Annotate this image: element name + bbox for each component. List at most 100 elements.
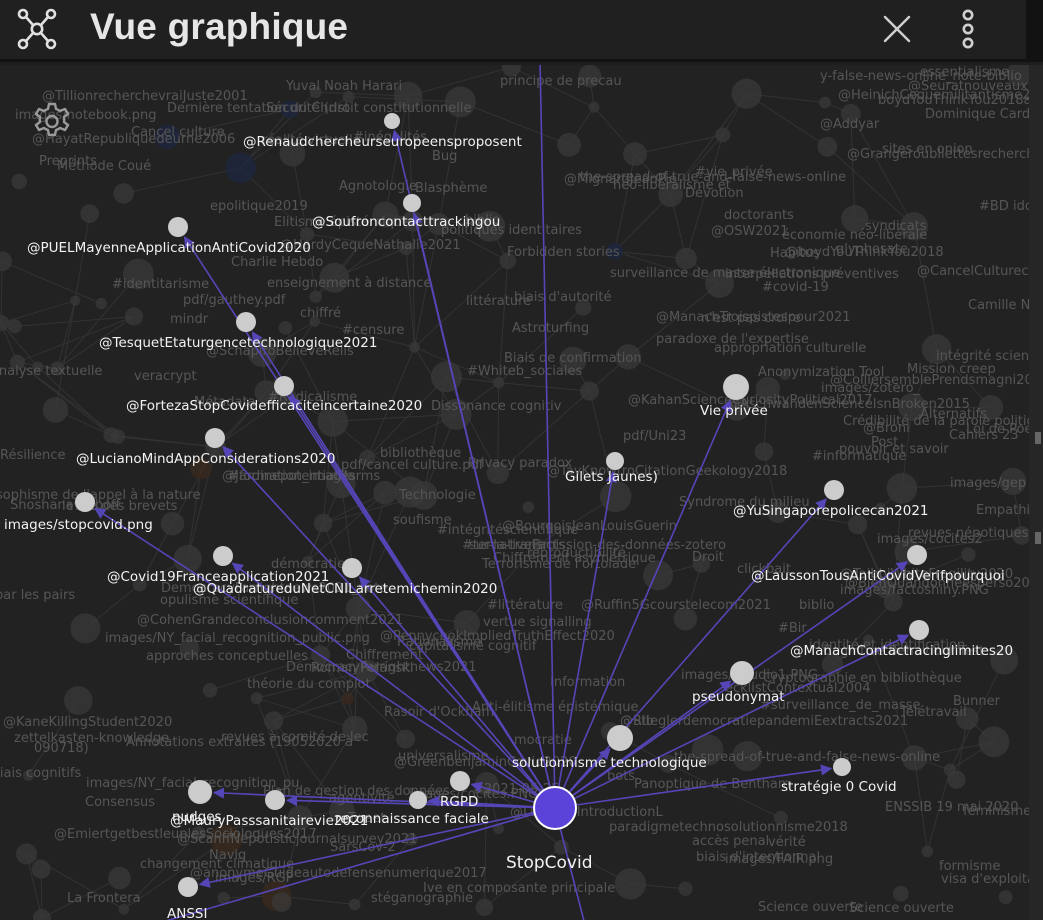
background-node[interactable] — [580, 381, 600, 401]
node-anssi[interactable] — [178, 877, 198, 897]
background-node[interactable] — [731, 78, 762, 109]
close-icon[interactable] — [880, 12, 914, 46]
background-node[interactable] — [278, 321, 293, 335]
node-soufroncontacttrackingou[interactable] — [403, 194, 421, 212]
graph-network-icon[interactable] — [14, 6, 60, 52]
background-node[interactable] — [64, 686, 93, 715]
background-label: Technologie — [398, 488, 476, 503]
node-yusingaporepolicecan2021[interactable] — [824, 480, 844, 500]
node-solutionnisme-technologique[interactable] — [607, 725, 633, 751]
background-node[interactable] — [70, 613, 101, 644]
background-label: 090718) — [34, 741, 89, 756]
gear-icon[interactable] — [30, 100, 74, 144]
background-node[interactable] — [678, 881, 693, 896]
background-node[interactable] — [15, 843, 38, 865]
background-node[interactable] — [113, 183, 134, 204]
scrollbar-marker[interactable] — [1035, 432, 1041, 444]
node-covid19franceapplication2021[interactable] — [213, 546, 233, 566]
background-node[interactable] — [921, 845, 934, 858]
more-vertical-icon[interactable] — [956, 8, 980, 50]
center-node-stopcovid[interactable] — [533, 786, 577, 830]
node-nudges[interactable] — [188, 780, 212, 804]
background-node[interactable] — [599, 480, 632, 513]
background-node[interactable] — [886, 472, 918, 504]
node-vie-priv-e[interactable] — [723, 374, 749, 400]
background-node[interactable] — [943, 763, 957, 777]
background-node[interactable] — [80, 204, 100, 224]
background-node[interactable] — [409, 341, 420, 353]
background-label: Science ouverte — [758, 900, 863, 915]
background-node[interactable] — [108, 866, 131, 890]
background-node[interactable] — [998, 890, 1013, 905]
background-node[interactable] — [225, 152, 257, 184]
graph-canvas[interactable]: y-false-news-online_note-biblio essential… — [0, 65, 1043, 920]
background-node[interactable] — [819, 96, 831, 109]
node-strat-gie-0-covid[interactable] — [833, 758, 851, 776]
node-pseudonymat[interactable] — [730, 661, 754, 685]
background-label: DemocracyFarrightnews2021 — [286, 660, 477, 675]
background-node[interactable] — [124, 307, 143, 326]
background-node[interactable] — [0, 251, 12, 272]
node-manachcontactracinglimites20[interactable] — [909, 620, 929, 640]
background-node[interactable] — [264, 711, 284, 731]
background-edge — [498, 382, 590, 392]
scrollbar-track[interactable] — [1029, 65, 1043, 920]
node-reconnaissance-faciale[interactable] — [409, 791, 427, 809]
background-node[interactable] — [250, 692, 263, 705]
background-node[interactable] — [961, 547, 976, 562]
background-node[interactable] — [396, 729, 415, 749]
node-fortezastopcovidefficaciteincertaine2020[interactable] — [274, 376, 294, 396]
node-images-stopcovid-png[interactable] — [75, 492, 95, 512]
node-laussontousanticovidverifpourquoi[interactable] — [907, 545, 927, 565]
node-lucianomindappconsiderations2020[interactable] — [205, 428, 225, 448]
background-node[interactable] — [623, 142, 647, 166]
background-node[interactable] — [42, 397, 69, 423]
background-node[interactable] — [11, 173, 27, 190]
background-node[interactable] — [892, 885, 909, 902]
background-node[interactable] — [313, 513, 333, 533]
background-node[interactable] — [614, 868, 647, 900]
background-node[interactable] — [475, 898, 494, 917]
background-node[interactable] — [7, 319, 22, 334]
background-node[interactable] — [160, 511, 185, 536]
node-maurypasssanitairevie2021[interactable] — [265, 790, 285, 810]
background-node[interactable] — [341, 692, 355, 705]
background-node[interactable] — [32, 909, 51, 920]
background-node[interactable] — [103, 427, 120, 443]
background-label: Charlie Hebdo — [231, 255, 323, 270]
background-node[interactable] — [588, 101, 600, 113]
background-node[interactable] — [309, 290, 322, 303]
node-quadraturedunetcnilarretemichemin2020[interactable] — [342, 558, 362, 578]
graph-svg[interactable]: y-false-news-online_note-biblioessential… — [0, 65, 1043, 920]
background-node[interactable] — [373, 480, 397, 505]
background-label: féminisme — [963, 804, 1031, 819]
background-node[interactable] — [202, 683, 218, 698]
background-label: @CancelCulturecensure2021 — [917, 264, 1043, 279]
page-title: Vue graphique — [90, 6, 349, 47]
background-node[interactable] — [557, 132, 582, 157]
node-label: @ManachContactracinglimites20 — [790, 643, 1013, 659]
background-node[interactable] — [348, 898, 361, 911]
node-rgpd[interactable] — [450, 771, 470, 791]
background-node[interactable] — [70, 295, 81, 306]
background-node[interactable] — [95, 297, 107, 310]
scrollbar-marker[interactable] — [1035, 532, 1041, 544]
background-label: epolitique2019 — [210, 199, 308, 214]
node-puelmayenneapplicationanticovid2020[interactable] — [168, 217, 188, 237]
background-node[interactable] — [31, 859, 51, 879]
background-node[interactable] — [0, 314, 10, 332]
node-renaudchercheurseuropeensproposent[interactable] — [384, 113, 400, 129]
background-label: @Broni — [863, 421, 910, 436]
node-gilets-jaunes[interactable] — [606, 452, 624, 470]
background-node[interactable] — [522, 501, 535, 513]
background-node[interactable] — [271, 892, 292, 912]
background-node[interactable] — [817, 136, 838, 157]
background-label: Cancel culture — [131, 125, 225, 140]
background-node[interactable] — [978, 726, 1010, 758]
background-label: paradigmetechnosolutionnisme2018 — [609, 820, 848, 835]
node-tesquetetaturgencetechnologique2021[interactable] — [236, 312, 256, 332]
background-label: images/FAIR.png — [725, 852, 833, 867]
background-node[interactable] — [715, 127, 731, 143]
background-node[interactable] — [754, 442, 774, 461]
background-node[interactable] — [430, 361, 462, 393]
